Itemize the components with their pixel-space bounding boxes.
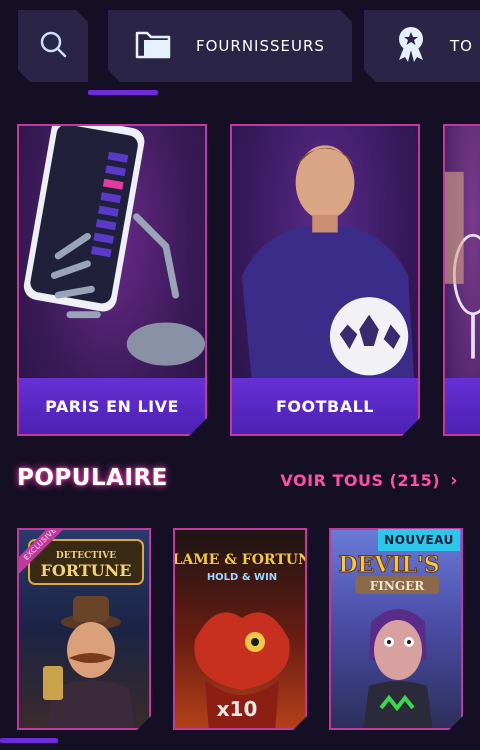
category-label: PARIS EN LIVE	[45, 396, 179, 416]
category-card-footer	[445, 378, 480, 434]
svg-text:FLAME & FORTUNE: FLAME & FORTUNE	[175, 552, 307, 568]
svg-text:DETECTIVE: DETECTIVE	[56, 551, 116, 561]
category-label: FOOTBALL	[275, 396, 374, 416]
see-all-link[interactable]: VOIR TOUS (215) ›	[280, 470, 458, 491]
tab-label: FOURNISSEURS	[196, 37, 325, 55]
award-badge-icon	[394, 25, 428, 68]
tab-search[interactable]	[18, 10, 88, 82]
category-card-football[interactable]: FOOTBALL	[230, 124, 420, 436]
game-multiplier: x10	[217, 697, 258, 721]
category-card-footer: FOOTBALL	[232, 378, 418, 434]
football-player-artwork	[232, 126, 418, 382]
game-artwork: FLAME & FORTUNE HOLD & WIN x10	[175, 530, 307, 730]
search-icon	[37, 28, 69, 65]
tennis-artwork	[445, 126, 480, 382]
see-all-label: VOIR TOUS (215)	[280, 471, 441, 490]
game-artwork: DETECTIVE FORTUNE	[19, 530, 151, 730]
svg-text:DEVIL'S: DEVIL'S	[338, 552, 439, 578]
live-betting-artwork	[19, 126, 205, 382]
category-card-tennis[interactable]	[443, 124, 480, 436]
game-tile[interactable]: DETECTIVE FORTUNE EXCLUSIVE	[17, 528, 151, 730]
svg-text:HOLD & WIN: HOLD & WIN	[207, 572, 277, 583]
svg-text:FORTUNE: FORTUNE	[41, 561, 132, 580]
tab-label: TO	[450, 37, 473, 55]
chevron-right-icon: ›	[450, 470, 458, 491]
tab-providers[interactable]: FOURNISSEURS	[108, 10, 352, 82]
svg-text:FINGER: FINGER	[370, 579, 425, 593]
category-tabs: FOURNISSEURS TO	[0, 10, 480, 85]
category-card-footer: PARIS EN LIVE	[19, 378, 205, 434]
category-card-live-betting[interactable]: PARIS EN LIVE	[17, 124, 207, 436]
carousel-scroll-indicator	[0, 738, 58, 743]
active-tab-indicator	[88, 90, 158, 95]
game-tile[interactable]: DEVIL'S FINGER	[329, 528, 463, 730]
new-badge: NOUVEAU	[378, 529, 460, 551]
folder-icon	[134, 27, 172, 66]
tab-tournaments[interactable]: TO	[364, 10, 480, 82]
section-title: POPULAIRE	[17, 465, 168, 491]
game-tile[interactable]: FLAME & FORTUNE HOLD & WIN x10	[173, 528, 307, 730]
game-artwork: DEVIL'S FINGER	[331, 530, 463, 730]
